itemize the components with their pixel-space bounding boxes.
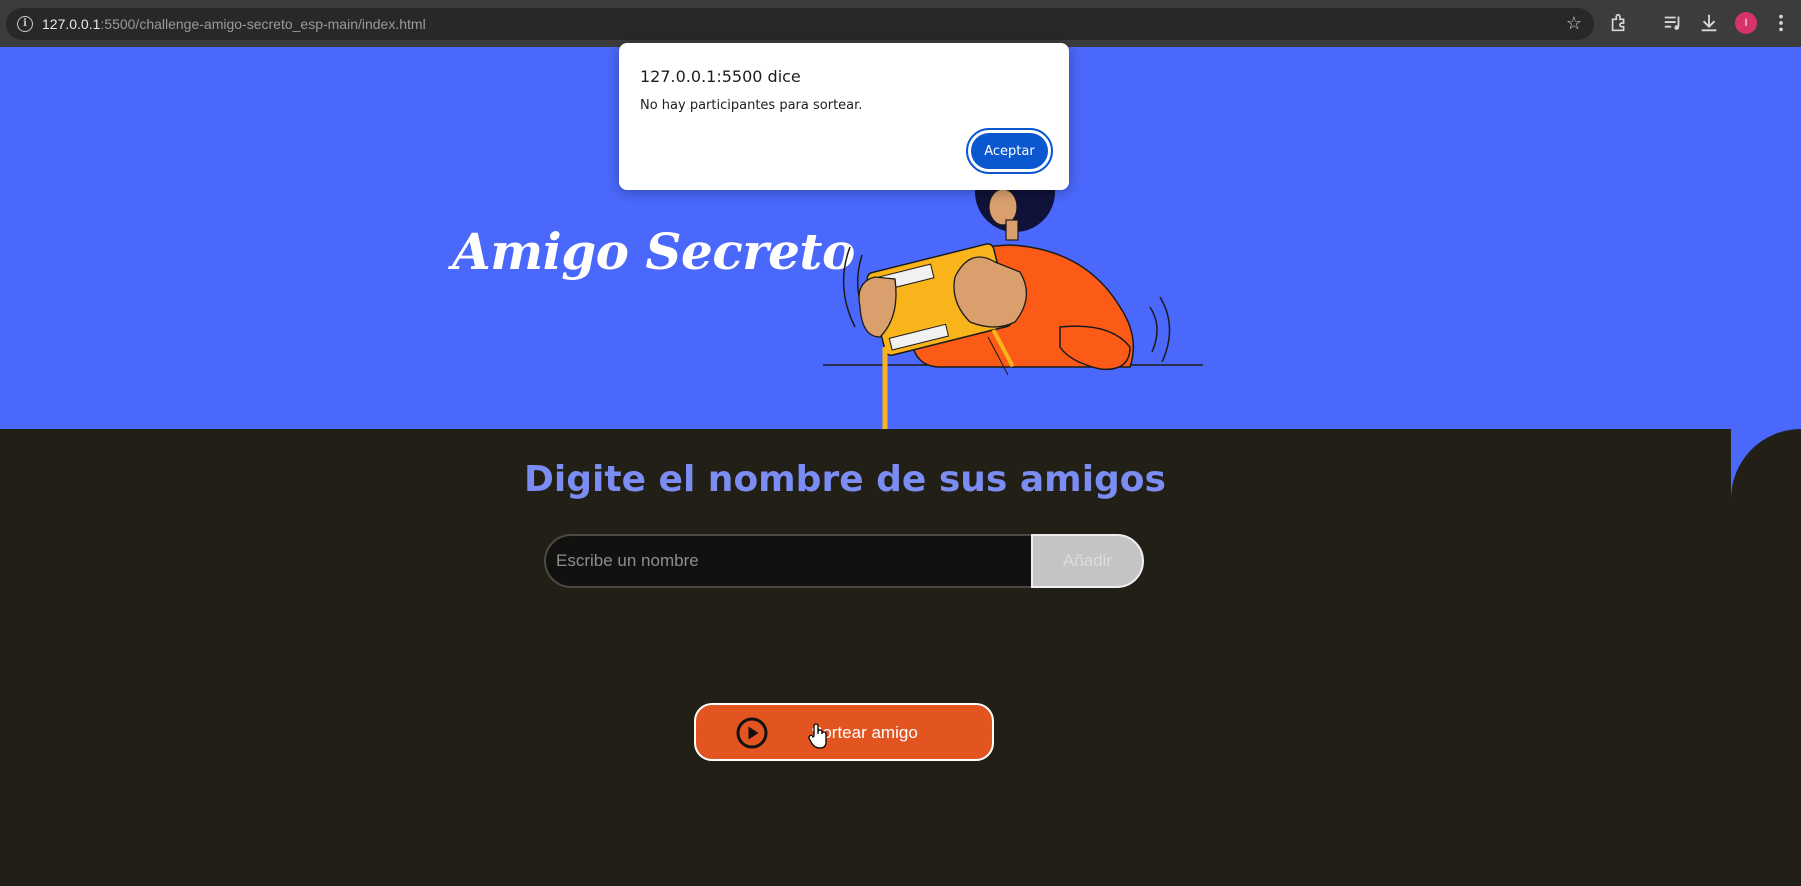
accept-button[interactable]: Aceptar xyxy=(966,128,1053,174)
name-input[interactable] xyxy=(544,534,1032,588)
url-text[interactable]: 127.0.0.1:5500/challenge-amigo-secreto_e… xyxy=(42,16,426,32)
media-icon[interactable] xyxy=(1662,12,1684,34)
menu-icon[interactable] xyxy=(1770,12,1792,34)
url-host: 127.0.0.1 xyxy=(42,16,101,32)
star-icon[interactable]: ☆ xyxy=(1566,13,1582,33)
gift-illustration xyxy=(823,187,1203,445)
address-bar[interactable]: i 127.0.0.1:5500/challenge-amigo-secreto… xyxy=(6,8,1594,40)
alert-dialog: 127.0.0.1:5500 dice No hay participantes… xyxy=(619,43,1069,190)
add-button[interactable]: Añadir xyxy=(1031,534,1144,588)
hand-cursor-icon xyxy=(808,723,827,749)
extensions-icon[interactable] xyxy=(1608,12,1630,34)
site-info-icon[interactable]: i xyxy=(17,16,33,32)
download-icon[interactable] xyxy=(1698,12,1720,34)
profile-avatar[interactable]: I xyxy=(1735,12,1757,34)
decorative-corner xyxy=(1731,429,1801,569)
dialog-message: No hay participantes para sortear. xyxy=(640,98,863,113)
dialog-title: 127.0.0.1:5500 dice xyxy=(640,67,801,86)
url-path: :5500/challenge-amigo-secreto_esp-main/i… xyxy=(100,16,426,32)
browser-toolbar: i 127.0.0.1:5500/challenge-amigo-secreto… xyxy=(0,0,1801,47)
play-icon xyxy=(736,717,768,749)
section-title: Digite el nombre de sus amigos xyxy=(524,459,1166,500)
page-title: Amigo Secreto xyxy=(452,222,855,281)
draw-friend-button[interactable]: Sortear amigo xyxy=(694,703,994,761)
